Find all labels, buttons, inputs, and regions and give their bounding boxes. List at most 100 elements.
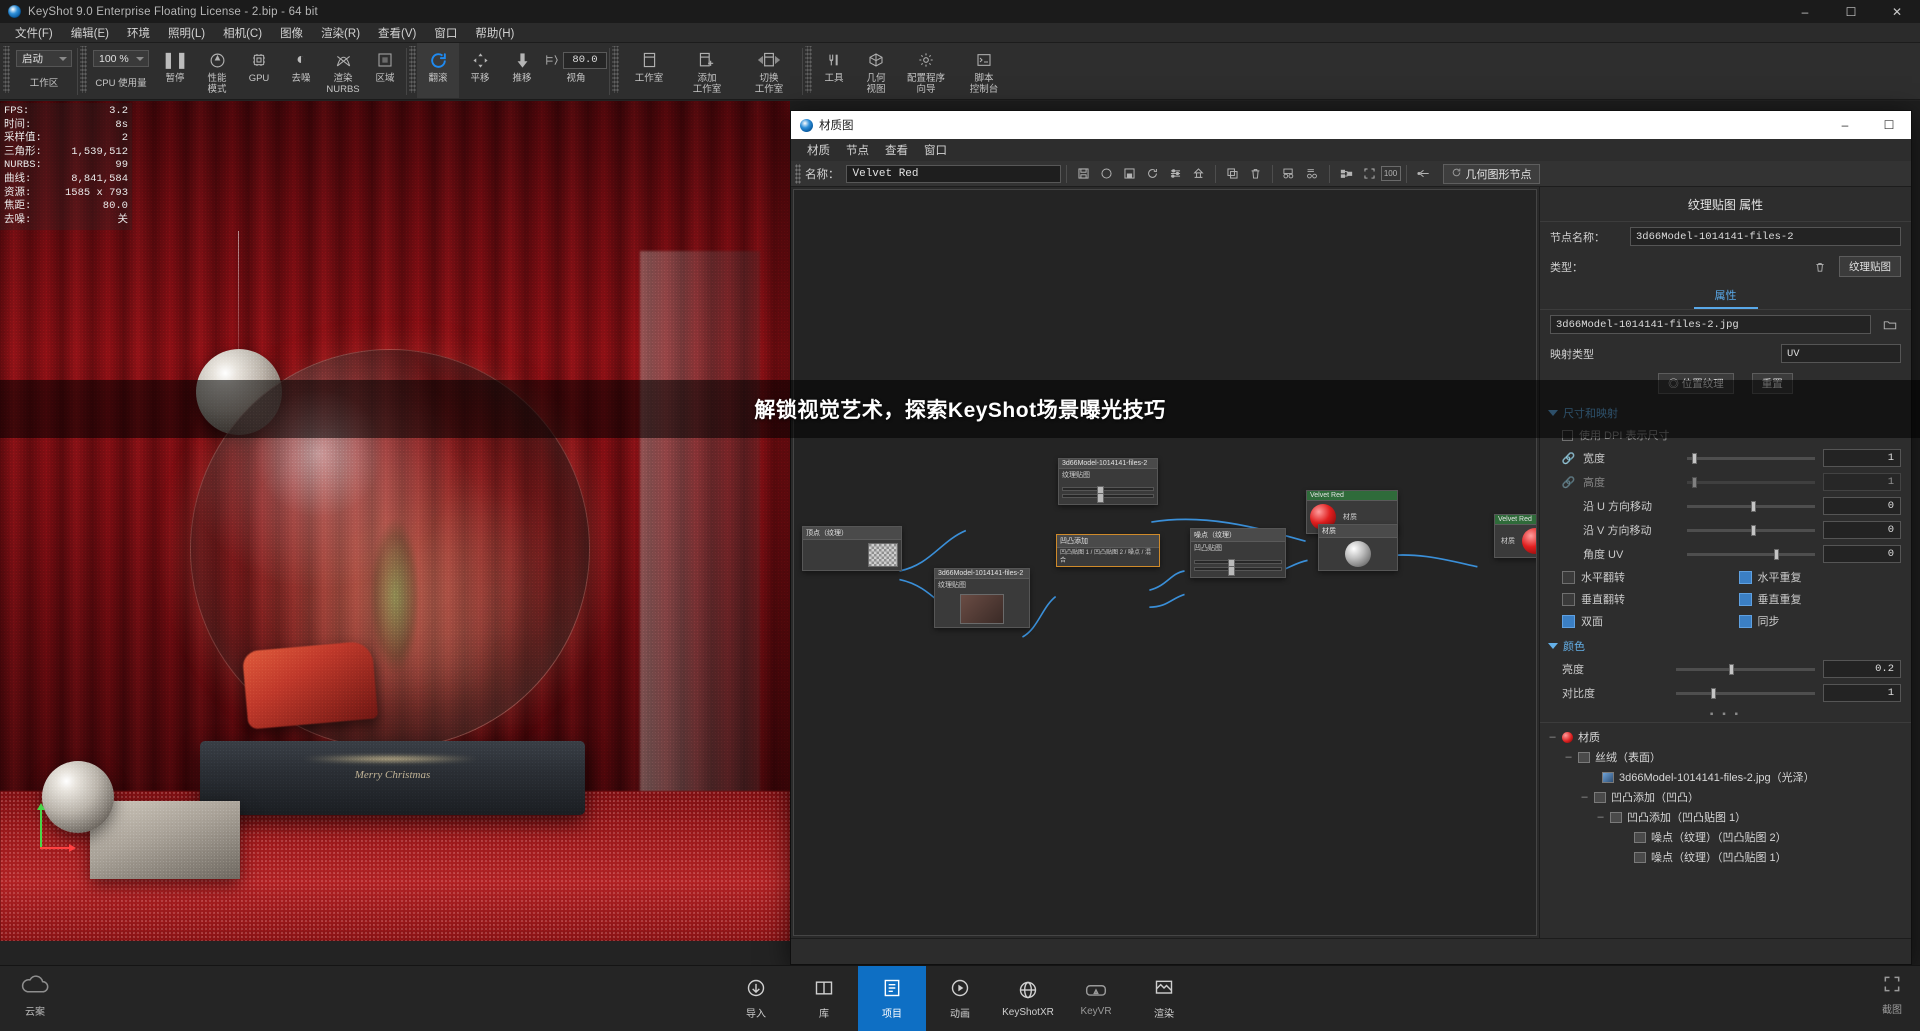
material-graph-minimize-button[interactable]: –	[1823, 111, 1867, 139]
expander-icon[interactable]: –	[1580, 791, 1589, 803]
material-name-input[interactable]: Velvet Red	[845, 164, 1061, 183]
param-slider[interactable]	[1676, 687, 1815, 699]
fit-view-icon[interactable]	[1358, 163, 1381, 184]
mg-menu-window[interactable]: 窗口	[916, 140, 955, 160]
toolbar-grip-icon[interactable]	[3, 46, 10, 93]
menu-view[interactable]: 查看(V)	[369, 23, 425, 43]
pan-button[interactable]: 平移	[459, 43, 501, 98]
expander-icon[interactable]: –	[1596, 811, 1605, 823]
param-value[interactable]: 0	[1823, 497, 1901, 515]
close-button[interactable]: ✕	[1874, 0, 1920, 23]
fov-value[interactable]: 80.0	[563, 51, 607, 69]
mg-menu-material[interactable]: 材质	[799, 140, 838, 160]
param-value[interactable]: 0.2	[1823, 660, 1901, 678]
node-slider[interactable]	[1062, 493, 1154, 503]
sphere-icon[interactable]	[1095, 163, 1118, 184]
expander-icon[interactable]: –	[1564, 751, 1573, 763]
link-icon[interactable]: 🔗	[1562, 476, 1576, 489]
param-slider[interactable]	[1687, 452, 1815, 464]
collapse-icon[interactable]	[1412, 163, 1435, 184]
texture-file-input[interactable]: 3d66Model-1014141-files-2.jpg	[1550, 315, 1871, 334]
node-slider[interactable]	[1194, 559, 1282, 569]
zoom-100-icon[interactable]: 100	[1380, 166, 1401, 181]
delete-icon[interactable]	[1244, 163, 1267, 184]
node-slider[interactable]	[1062, 486, 1154, 496]
multi-material-add-icon[interactable]	[1301, 163, 1324, 184]
node-graph-canvas[interactable]: Velvet Red 材质 3d66Model-1014141-files-2 …	[793, 189, 1537, 936]
node-slider[interactable]	[1194, 566, 1282, 576]
copy-icon[interactable]	[1221, 163, 1244, 184]
menu-window[interactable]: 窗口	[425, 23, 466, 43]
menu-camera[interactable]: 相机(C)	[214, 23, 271, 43]
mg-menu-view[interactable]: 查看	[877, 140, 916, 160]
denoise-button[interactable]: ◐ 去噪	[280, 43, 322, 98]
param-value[interactable]: 0	[1823, 545, 1901, 563]
node-layout-icon[interactable]	[1335, 163, 1358, 184]
menu-render[interactable]: 渲染(R)	[312, 23, 369, 43]
multi-material-icon[interactable]	[1278, 163, 1301, 184]
minimize-button[interactable]: –	[1782, 0, 1828, 23]
node-texture-top[interactable]: 3d66Model-1014141-files-2 纹理贴图	[1058, 458, 1158, 505]
pause-button[interactable]: ❚❚ 暂停	[154, 43, 196, 98]
two-sided-toggle[interactable]: 双面	[1562, 613, 1725, 629]
mapping-select[interactable]: UV	[1781, 344, 1901, 363]
node-geometry-output[interactable]: 材质	[1318, 524, 1398, 571]
tab-project[interactable]: 项目	[858, 965, 926, 1031]
section-color[interactable]: 颜色	[1540, 632, 1911, 657]
studio-button[interactable]: 工作室	[620, 43, 678, 98]
panel-resize-handle[interactable]: ▪ ▪ ▪	[1540, 705, 1911, 722]
toolbar-grip-icon[interactable]	[80, 46, 87, 93]
node-name-input[interactable]: 3d66Model-1014141-files-2	[1630, 227, 1901, 246]
tab-library[interactable]: 库	[790, 966, 858, 1031]
param-value[interactable]: 0	[1823, 521, 1901, 539]
sync-toggle[interactable]: 同步	[1738, 613, 1902, 629]
render-nurbs-button[interactable]: 渲染 NURBS	[322, 43, 364, 98]
menu-file[interactable]: 文件(F)	[6, 23, 62, 43]
save-icon[interactable]	[1072, 163, 1095, 184]
node-bump-add[interactable]: 凹凸添加 凹凸贴图 1 / 凹凸贴图 2 / 噪点 / 混合	[1056, 534, 1160, 567]
link-icon[interactable]: 🔗	[1562, 452, 1576, 465]
screenshot-button[interactable]: 截图	[1882, 974, 1902, 1016]
render-viewport[interactable]: Merry Christmas FPS: 3.2 时间: 8s 采样值: 2 三角形:…	[0, 101, 790, 941]
flip-vertical-toggle[interactable]: 垂直翻转	[1562, 591, 1725, 607]
gpu-button[interactable]: GPU	[238, 43, 280, 98]
tree-item[interactable]: 噪点（纹理）（凹凸贴图 2）	[1540, 827, 1911, 847]
node-vertex[interactable]: 顶点（纹理）	[802, 526, 902, 571]
workspace-select[interactable]: 启动	[16, 50, 72, 67]
config-wizard-button[interactable]: 配置程序 向导	[897, 43, 955, 98]
node-final-material[interactable]: Velvet Red 材质	[1494, 514, 1536, 558]
geometry-view-button[interactable]: 几何 视图	[855, 43, 897, 98]
dolly-button[interactable]: 推移	[501, 43, 543, 98]
tab-keyshotxr[interactable]: KeyShotXR	[994, 966, 1062, 1031]
material-graph-maximize-button[interactable]: ☐	[1867, 111, 1911, 139]
menu-lighting[interactable]: 照明(L)	[159, 23, 214, 43]
mg-menu-node[interactable]: 节点	[838, 140, 877, 160]
node-texture-bottom[interactable]: 3d66Model-1014141-files-2 纹理贴图	[934, 568, 1030, 628]
menu-help[interactable]: 帮助(H)	[466, 23, 523, 43]
param-slider[interactable]	[1687, 524, 1815, 536]
workspace-combo[interactable]: 启动 工作区	[11, 43, 77, 89]
tree-item[interactable]: – 凹凸添加（凹凸贴图 1）	[1540, 807, 1911, 827]
param-slider[interactable]	[1687, 500, 1815, 512]
reload-icon[interactable]	[1141, 163, 1164, 184]
param-value[interactable]: 1	[1823, 473, 1901, 491]
repeat-vertical-toggle[interactable]: 垂直重复	[1738, 591, 1902, 607]
cloud-library-button[interactable]: 云案	[18, 974, 52, 1018]
repeat-horizontal-toggle[interactable]: 水平重复	[1738, 569, 1902, 585]
menu-edit[interactable]: 编辑(E)	[62, 23, 118, 43]
tumble-button[interactable]: 翻滚	[417, 43, 459, 98]
tab-properties[interactable]: 属性	[1693, 282, 1758, 309]
tab-animation[interactable]: 动画	[926, 966, 994, 1031]
tree-item[interactable]: 3d66Model-1014141-files-2.jpg（光泽）	[1540, 767, 1911, 787]
toolbar-grip-icon[interactable]	[795, 163, 801, 184]
tree-item[interactable]: 噪点（纹理）（凹凸贴图 1）	[1540, 847, 1911, 867]
geometry-node-chip[interactable]: 几何图形节点	[1442, 163, 1540, 184]
performance-mode-button[interactable]: 性能 模式	[196, 43, 238, 98]
param-slider[interactable]	[1687, 548, 1815, 560]
flip-horizontal-toggle[interactable]: 水平翻转	[1562, 569, 1725, 585]
cpu-usage-combo[interactable]: 100 % CPU 使用量	[88, 43, 154, 89]
param-value[interactable]: 1	[1823, 684, 1901, 702]
node-noise[interactable]: 噪点（纹理） 凹凸贴图	[1190, 528, 1286, 578]
toolbar-grip-icon[interactable]	[409, 46, 416, 93]
param-value[interactable]: 1	[1823, 449, 1901, 467]
